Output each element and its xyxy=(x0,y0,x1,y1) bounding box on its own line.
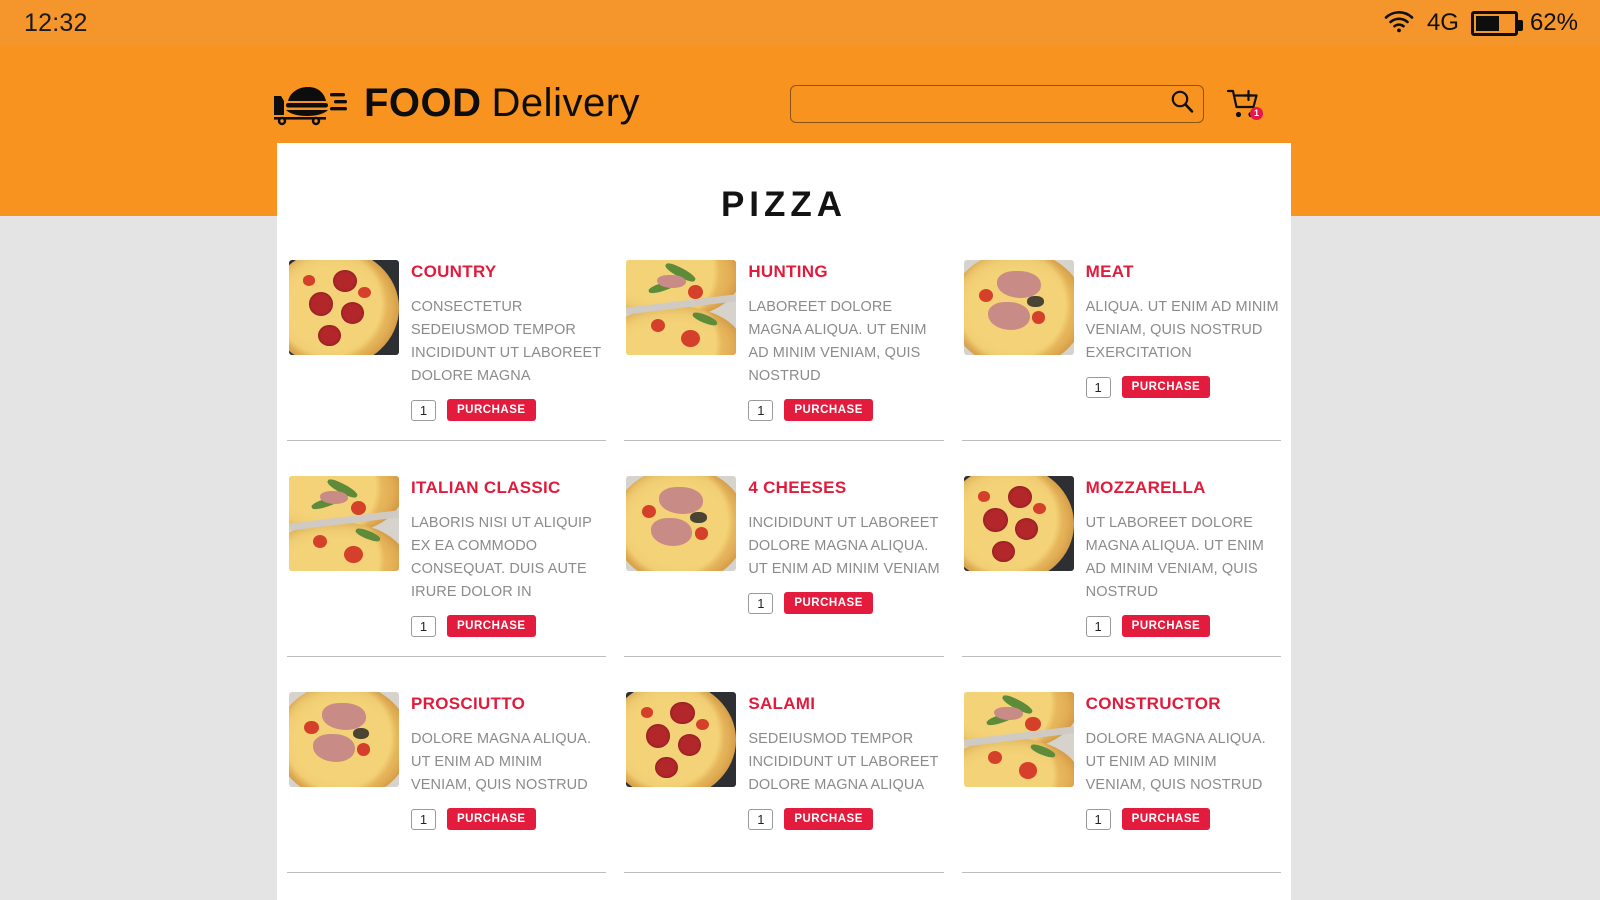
menu-item-info: HUNTING LABOREET DOLORE MAGNA ALIQUA. UT… xyxy=(748,260,943,440)
menu-item-image xyxy=(963,692,1074,787)
purchase-button[interactable]: PURCHASE xyxy=(447,399,536,421)
menu-item-card[interactable]: HUNTING LABOREET DOLORE MAGNA ALIQUA. UT… xyxy=(624,247,944,441)
menu-item-title: SALAMI xyxy=(748,694,816,713)
menu-item-actions: PURCHASE xyxy=(1085,808,1281,830)
menu-item-title: ITALIAN CLASSIC xyxy=(411,478,561,497)
menu-item-description: LABORIS NISI UT ALIQUIP EX EA COMMODO CO… xyxy=(411,515,592,600)
quantity-stepper[interactable] xyxy=(1085,808,1111,830)
shopping-cart-icon[interactable]: 1 xyxy=(1226,87,1264,121)
pizza-grid-row-3: PROSCIUTTO DOLORE MAGNA ALIQUA. UT ENIM … xyxy=(277,679,1291,873)
site-header: FOOD Delivery 1 xyxy=(0,46,1600,161)
menu-item-info: 4 CHEESES INCIDIDUNT UT LABOREET DOLORE … xyxy=(748,476,943,656)
menu-item-info: ITALIAN CLASSIC LABORIS NISI UT ALIQUIP … xyxy=(411,476,606,656)
quantity-stepper[interactable] xyxy=(748,592,774,614)
purchase-button[interactable]: PURCHASE xyxy=(1121,615,1211,637)
menu-panel: PIZZA COUNTRY CONSECTETUR SEDEIUSMOD TEM… xyxy=(277,143,1291,900)
menu-item-actions: PURCHASE xyxy=(1085,376,1281,398)
search-icon[interactable] xyxy=(1169,88,1195,119)
logo-word-food: FOOD xyxy=(364,81,482,125)
logo-wordmark: FOOD Delivery xyxy=(364,81,640,126)
menu-item-actions: PURCHASE xyxy=(411,808,606,830)
quantity-stepper[interactable] xyxy=(411,808,436,830)
menu-item-title: COUNTRY xyxy=(411,262,497,281)
menu-item-description: ALIQUA. UT ENIM AD MINIM VENIAM, QUIS NO… xyxy=(1085,299,1279,361)
menu-item-image xyxy=(963,476,1074,571)
menu-item-title: MEAT xyxy=(1085,262,1134,281)
menu-item-description: CONSECTETUR SEDEIUSMOD TEMPOR INCIDIDUNT… xyxy=(411,299,601,384)
menu-item-image xyxy=(963,260,1074,355)
search-input[interactable] xyxy=(805,94,1170,113)
menu-item-card[interactable]: 4 CHEESES INCIDIDUNT UT LABOREET DOLORE … xyxy=(624,463,944,657)
quantity-stepper[interactable] xyxy=(411,399,436,421)
menu-item-title: CONSTRUCTOR xyxy=(1085,694,1221,713)
menu-item-card[interactable]: ITALIAN CLASSIC LABORIS NISI UT ALIQUIP … xyxy=(287,463,607,657)
menu-item-actions: PURCHASE xyxy=(411,399,606,421)
quantity-stepper[interactable] xyxy=(748,399,774,421)
menu-item-description: INCIDIDUNT UT LABOREET DOLORE MAGNA ALIQ… xyxy=(748,515,940,577)
purchase-button[interactable]: PURCHASE xyxy=(1121,808,1211,830)
purchase-button[interactable]: PURCHASE xyxy=(784,808,873,830)
cart-item-count-badge: 1 xyxy=(1250,106,1264,120)
quantity-stepper[interactable] xyxy=(1085,376,1111,398)
menu-item-image xyxy=(626,260,737,355)
menu-item-actions: PURCHASE xyxy=(748,808,943,830)
menu-item-actions: PURCHASE xyxy=(748,399,943,421)
network-type-label: 4G xyxy=(1426,9,1459,36)
delivery-truck-icon xyxy=(272,81,350,127)
pizza-grid-row-1: COUNTRY CONSECTETUR SEDEIUSMOD TEMPOR IN… xyxy=(277,247,1291,441)
menu-item-actions: PURCHASE xyxy=(411,615,606,637)
menu-item-description: DOLORE MAGNA ALIQUA. UT ENIM AD MINIM VE… xyxy=(1085,731,1266,793)
purchase-button[interactable]: PURCHASE xyxy=(784,399,873,421)
menu-item-image xyxy=(626,692,737,787)
section-title-pizza: PIZZA xyxy=(720,185,848,224)
menu-item-card[interactable]: MEAT ALIQUA. UT ENIM AD MINIM VENIAM, QU… xyxy=(961,247,1281,441)
menu-item-info: PROSCIUTTO DOLORE MAGNA ALIQUA. UT ENIM … xyxy=(411,692,606,872)
menu-item-actions: PURCHASE xyxy=(748,592,943,614)
site-logo[interactable]: FOOD Delivery xyxy=(272,81,640,127)
menu-item-title: 4 CHEESES xyxy=(748,478,847,497)
pizza-grid-row-2: ITALIAN CLASSIC LABORIS NISI UT ALIQUIP … xyxy=(277,463,1291,657)
menu-item-description: UT LABOREET DOLORE MAGNA ALIQUA. UT ENIM… xyxy=(1085,515,1264,600)
menu-item-title: PROSCIUTTO xyxy=(411,694,526,713)
logo-word-delivery: Delivery xyxy=(491,81,641,125)
menu-item-description: DOLORE MAGNA ALIQUA. UT ENIM AD MINIM VE… xyxy=(411,731,592,793)
menu-item-info: CONSTRUCTOR DOLORE MAGNA ALIQUA. UT ENIM… xyxy=(1085,692,1281,872)
menu-item-info: SALAMI SEDEIUSMOD TEMPOR INCIDIDUNT UT L… xyxy=(748,692,943,872)
menu-item-info: COUNTRY CONSECTETUR SEDEIUSMOD TEMPOR IN… xyxy=(411,260,606,440)
purchase-button[interactable]: PURCHASE xyxy=(447,808,536,830)
quantity-stepper[interactable] xyxy=(1085,615,1111,637)
food-delivery-app: 12:32 4G 62% FOOD Delivery 1 PIZZA COUNT… xyxy=(0,0,1600,900)
menu-item-title: MOZZARELLA xyxy=(1085,478,1206,497)
menu-item-description: LABOREET DOLORE MAGNA ALIQUA. UT ENIM AD… xyxy=(748,299,927,384)
menu-item-actions: PURCHASE xyxy=(1085,615,1281,637)
menu-item-image xyxy=(289,260,399,355)
menu-item-card[interactable]: COUNTRY CONSECTETUR SEDEIUSMOD TEMPOR IN… xyxy=(287,247,607,441)
battery-level-fill xyxy=(1475,15,1499,31)
menu-item-card[interactable]: PROSCIUTTO DOLORE MAGNA ALIQUA. UT ENIM … xyxy=(287,679,607,873)
quantity-stepper[interactable] xyxy=(748,808,774,830)
purchase-button[interactable]: PURCHASE xyxy=(1121,376,1211,398)
purchase-button[interactable]: PURCHASE xyxy=(447,615,536,637)
menu-item-card[interactable]: SALAMI SEDEIUSMOD TEMPOR INCIDIDUNT UT L… xyxy=(624,679,944,873)
status-time: 12:32 xyxy=(24,8,88,37)
search-bar[interactable] xyxy=(790,84,1205,123)
menu-item-description: SEDEIUSMOD TEMPOR INCIDIDUNT UT LABOREET… xyxy=(748,731,939,793)
menu-item-info: MEAT ALIQUA. UT ENIM AD MINIM VENIAM, QU… xyxy=(1085,260,1281,440)
quantity-stepper[interactable] xyxy=(411,615,436,637)
status-indicators: 4G 62% xyxy=(1383,9,1578,38)
menu-item-card[interactable]: CONSTRUCTOR DOLORE MAGNA ALIQUA. UT ENIM… xyxy=(961,679,1281,873)
menu-item-image xyxy=(289,476,399,571)
menu-item-card[interactable]: MOZZARELLA UT LABOREET DOLORE MAGNA ALIQ… xyxy=(961,463,1281,657)
menu-item-info: MOZZARELLA UT LABOREET DOLORE MAGNA ALIQ… xyxy=(1085,476,1281,656)
menu-item-image xyxy=(626,476,737,571)
status-bar: 12:32 4G 62% xyxy=(0,0,1600,46)
battery-icon xyxy=(1470,10,1523,36)
menu-item-title: HUNTING xyxy=(748,262,828,281)
battery-percent-label: 62% xyxy=(1529,9,1578,36)
wifi-icon xyxy=(1383,9,1415,38)
purchase-button[interactable]: PURCHASE xyxy=(784,592,873,614)
menu-item-image xyxy=(289,692,399,787)
